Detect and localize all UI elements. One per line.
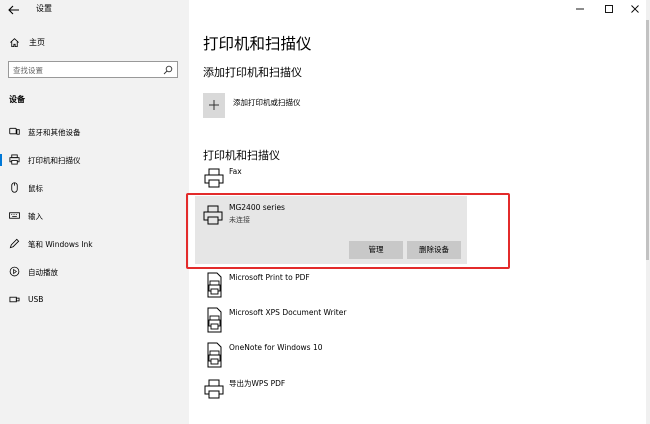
sidebar-item-label: 蓝牙和其他设备 [28, 128, 81, 137]
window-title: 设置 [36, 4, 52, 13]
keyboard-icon [9, 212, 20, 219]
sidebar-item-label: 自动播放 [28, 268, 58, 277]
printers-list-title: 打印机和扫描仪 [203, 149, 280, 162]
search-icon[interactable] [163, 65, 173, 75]
home-icon [10, 38, 19, 48]
sidebar-item-bluetooth[interactable]: 蓝牙和其他设备 [0, 122, 189, 142]
device-xps-writer[interactable]: Microsoft XPS Document Writer [200, 307, 470, 337]
add-printer-button[interactable]: 添加打印机或扫描仪 [203, 93, 403, 119]
bluetooth-icon [9, 127, 20, 135]
usb-icon [9, 296, 20, 303]
device-onenote[interactable]: OneNote for Windows 10 [200, 342, 470, 372]
printer-icon [204, 379, 224, 399]
add-printer-label: 添加打印机或扫描仪 [233, 98, 301, 107]
highlight-annotation [186, 193, 510, 269]
home-label: 主页 [29, 38, 45, 47]
sidebar-item-autoplay[interactable]: 自动播放 [0, 262, 189, 282]
autoplay-icon [9, 266, 20, 277]
pdf-printer-icon [207, 342, 222, 368]
sidebar-item-typing[interactable]: 输入 [0, 206, 189, 226]
device-name: 导出为WPS PDF [229, 379, 286, 388]
plus-icon [209, 100, 219, 110]
pdf-printer-icon [207, 307, 222, 333]
search-input[interactable] [13, 64, 153, 76]
pen-icon [9, 238, 20, 249]
sidebar-item-mouse[interactable]: 鼠标 [0, 178, 189, 198]
maximize-icon[interactable] [602, 2, 616, 16]
sidebar-item-label: 打印机和扫描仪 [28, 156, 81, 165]
sidebar-item-label: USB [28, 295, 44, 304]
device-wps-pdf[interactable]: 导出为WPS PDF [200, 377, 470, 407]
search-box[interactable] [8, 61, 178, 78]
add-icon-tile [203, 93, 225, 118]
device-fax[interactable]: Fax [200, 166, 470, 196]
home-link[interactable]: 主页 [9, 37, 179, 51]
sidebar: 设置 主页 设备 蓝牙和其他设备 打印机和扫描仪 鼠 [0, 0, 189, 424]
sidebar-item-printers[interactable]: 打印机和扫描仪 [0, 150, 189, 170]
scrollbar-thumb[interactable] [646, 20, 649, 260]
device-name: Microsoft XPS Document Writer [229, 308, 347, 317]
pdf-printer-icon [207, 272, 222, 298]
device-name: Fax [229, 167, 242, 176]
printer-icon [9, 154, 20, 165]
mouse-icon [11, 182, 18, 193]
printer-icon [204, 168, 224, 188]
section-header: 设备 [9, 95, 25, 104]
sidebar-item-pen[interactable]: 笔和 Windows Ink [0, 234, 189, 254]
page-title: 打印机和扫描仪 [203, 35, 312, 53]
device-print-to-pdf[interactable]: Microsoft Print to PDF [200, 272, 470, 302]
device-name: OneNote for Windows 10 [229, 343, 323, 352]
close-icon[interactable] [628, 2, 642, 16]
sidebar-item-usb[interactable]: USB [0, 290, 189, 310]
add-section-title: 添加打印机和扫描仪 [203, 66, 302, 79]
minimize-icon[interactable] [573, 2, 587, 16]
back-arrow-icon[interactable] [6, 2, 22, 18]
sidebar-item-label: 鼠标 [28, 184, 43, 193]
device-name: Microsoft Print to PDF [229, 273, 310, 282]
sidebar-item-label: 输入 [28, 212, 43, 221]
sidebar-item-label: 笔和 Windows Ink [28, 240, 93, 249]
